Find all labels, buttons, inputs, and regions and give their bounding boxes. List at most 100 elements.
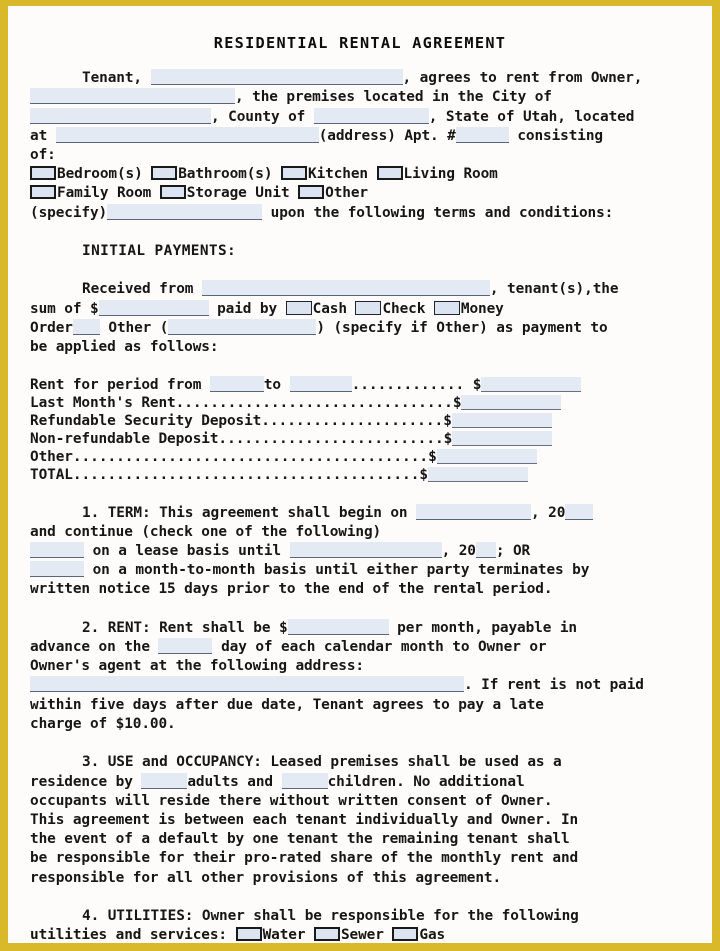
leader-dots-1: .............	[351, 377, 465, 394]
state-text: , State of Utah, located	[428, 108, 635, 125]
label-owner-water: Water	[262, 927, 306, 943]
city-field[interactable]	[30, 107, 211, 124]
at-label: at	[30, 127, 48, 144]
sum-amount-field[interactable]	[98, 299, 209, 316]
checkbox-owner-water[interactable]	[235, 927, 262, 942]
tenant-label: Tenant,	[82, 70, 142, 87]
rent-period-from-field[interactable]	[209, 376, 264, 393]
received-from-label: Received from	[82, 281, 194, 298]
use-line1: Leased premises shall be used as a	[270, 754, 562, 771]
refundable-deposit-label: Refundable Security Deposit	[30, 413, 262, 430]
use-line7: responsible for all other provisions of …	[30, 869, 502, 886]
rent-line6: charge of $10.00.	[30, 715, 176, 732]
leader-dots-4: ..........................	[218, 431, 444, 448]
rent-line3: Owner's agent at the following address:	[30, 658, 364, 675]
term-line3c: ; OR	[495, 543, 531, 560]
apt-number-field[interactable]	[455, 126, 509, 143]
room-specify-field[interactable]	[107, 203, 263, 220]
label-owner-sewer: Sewer	[340, 927, 384, 943]
county-label: , County of	[211, 108, 306, 125]
use-line5: the event of a default by one tenant the…	[30, 831, 570, 848]
tenant-name-field[interactable]	[150, 69, 403, 86]
term-lease-until-field[interactable]	[289, 542, 442, 559]
dollar-sign-4: $	[443, 431, 453, 448]
use-children-count-field[interactable]	[281, 772, 328, 789]
other-amount-field[interactable]	[436, 449, 537, 465]
checkbox-cash[interactable]	[285, 300, 312, 315]
term-begin-date-field[interactable]	[416, 503, 532, 520]
label-cash: Cash	[312, 300, 347, 317]
leader-dots-6: ........................................	[72, 467, 420, 484]
tenants-the-text: , tenant(s),the	[489, 281, 619, 298]
received-from-paragraph: Received from , tenant(s),the sum of $ p…	[30, 280, 690, 357]
of-label: of:	[30, 147, 56, 164]
term-line2: and continue (check one of the following…	[30, 523, 382, 540]
rent-period-amount-field[interactable]	[481, 377, 582, 393]
checkbox-check[interactable]	[355, 300, 382, 315]
order-small-field[interactable]	[72, 318, 100, 335]
total-amount-field[interactable]	[427, 467, 528, 483]
dollar-sign-6: $	[419, 467, 428, 484]
label-owner-gas: Gas	[419, 927, 446, 943]
checkbox-kitchen[interactable]	[281, 166, 307, 181]
initial-payments-heading: INITIAL PAYMENTS:	[30, 242, 690, 261]
use-number: 3. USE and OCCUPANCY:	[82, 754, 262, 771]
rent-line1b: per month, payable in	[397, 619, 577, 636]
last-month-amount-field[interactable]	[461, 395, 562, 411]
checkbox-money-order[interactable]	[433, 300, 460, 315]
use-adults-count-field[interactable]	[141, 772, 188, 789]
term-lease-checkbox-field[interactable]	[30, 542, 84, 559]
checkbox-bedroom[interactable]	[30, 166, 56, 181]
label-bathroom: Bathroom(s)	[178, 166, 273, 183]
amount-row-total: TOTAL...................................…	[30, 466, 690, 484]
term-monthly-checkbox-field[interactable]	[30, 561, 84, 578]
utilities-line1: Owner shall be responsible for the follo…	[201, 907, 579, 924]
label-living-room: Living Room	[403, 166, 498, 183]
applied-as-follows-text: be applied as follows:	[30, 339, 219, 356]
term-line3a: on a lease basis until	[92, 543, 282, 560]
county-field[interactable]	[313, 107, 429, 124]
dollar-sign-1: $	[472, 377, 482, 394]
amount-row-nonrefundable-deposit: Non-refundable Deposit..................…	[30, 430, 690, 448]
rent-monthly-amount-field[interactable]	[287, 618, 389, 635]
section-use-occupancy: 3. USE and OCCUPANCY: Leased premises sh…	[30, 753, 690, 887]
label-kitchen: Kitchen	[308, 166, 368, 183]
rent-line1a: Rent shall be $	[159, 619, 288, 636]
checkbox-owner-sewer[interactable]	[313, 927, 340, 942]
initial-payments-title: INITIAL PAYMENTS:	[82, 243, 237, 260]
term-line4: on a month-to-month basis until either p…	[92, 562, 590, 579]
term-lease-year-field[interactable]	[475, 542, 496, 559]
other-amount-label: Other	[30, 449, 73, 466]
amount-row-rent-period: Rent for period from to ............. $	[30, 376, 690, 394]
rent-due-day-field[interactable]	[158, 638, 213, 655]
owner-name-field[interactable]	[30, 88, 235, 105]
term-begin-year-field[interactable]	[565, 503, 594, 520]
term-line3b: , 20	[441, 543, 476, 560]
leader-dots-2: ................................	[175, 395, 453, 412]
use-line4: This agreement is between each tenant in…	[30, 811, 579, 828]
rent-period-to-field[interactable]	[289, 376, 352, 393]
checkbox-other-room[interactable]	[298, 185, 325, 200]
premises-city-text: , the premises located in the City of	[235, 89, 552, 106]
checkbox-living-room[interactable]	[376, 166, 403, 181]
document-page: RESIDENTIAL RENTAL AGREEMENT Tenant, , a…	[8, 6, 712, 943]
received-from-field[interactable]	[201, 280, 490, 297]
rent-line5: within five days after due date, Tenant …	[30, 696, 544, 713]
checkbox-bathroom[interactable]	[151, 166, 178, 181]
payment-other-field[interactable]	[168, 318, 317, 335]
label-storage-unit: Storage Unit	[186, 185, 290, 202]
document-body: RESIDENTIAL RENTAL AGREEMENT Tenant, , a…	[8, 6, 712, 943]
room-specify-label: (specify)	[30, 204, 108, 221]
checkbox-storage-unit[interactable]	[159, 185, 186, 200]
section-utilities: 4. UTILITIES: Owner shall be responsible…	[30, 907, 690, 943]
refundable-deposit-amount-field[interactable]	[451, 413, 552, 429]
street-address-field[interactable]	[55, 126, 319, 143]
last-month-label: Last Month's Rent	[30, 395, 176, 412]
checkbox-owner-gas[interactable]	[392, 927, 419, 942]
label-check: Check	[382, 300, 426, 317]
utilities-number: 4. UTILITIES:	[82, 907, 194, 924]
leader-dots-5: ........................................…	[72, 449, 429, 466]
checkbox-family-room[interactable]	[30, 185, 56, 200]
nonrefundable-deposit-amount-field[interactable]	[452, 431, 553, 447]
rent-payment-address-field[interactable]	[30, 676, 464, 693]
